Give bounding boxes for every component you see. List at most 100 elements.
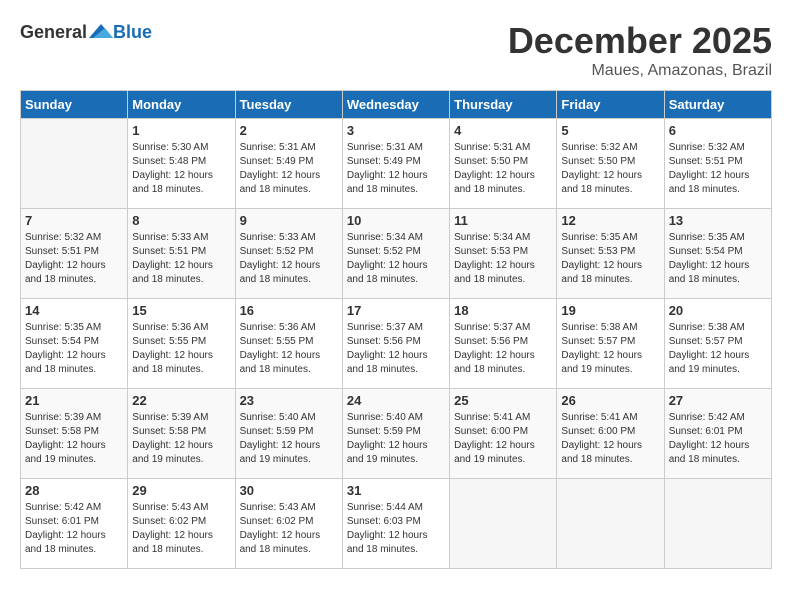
- weekday-header-cell: Saturday: [664, 91, 771, 119]
- day-number: 10: [347, 213, 445, 228]
- logo-general: General: [20, 22, 87, 43]
- day-number: 29: [132, 483, 230, 498]
- day-info: Sunrise: 5:43 AMSunset: 6:02 PMDaylight:…: [132, 501, 230, 557]
- day-info: Sunrise: 5:30 AMSunset: 5:48 PMDaylight:…: [132, 141, 230, 197]
- logo-icon: [89, 20, 113, 44]
- calendar-day-cell: 6 Sunrise: 5:32 AMSunset: 5:51 PMDaylight…: [664, 119, 771, 209]
- day-number: 14: [25, 303, 123, 318]
- day-info: Sunrise: 5:35 AMSunset: 5:53 PMDaylight:…: [561, 231, 659, 287]
- day-info: Sunrise: 5:33 AMSunset: 5:52 PMDaylight:…: [240, 231, 338, 287]
- weekday-header-cell: Tuesday: [235, 91, 342, 119]
- day-number: 17: [347, 303, 445, 318]
- day-info: Sunrise: 5:41 AMSunset: 6:00 PMDaylight:…: [454, 411, 552, 467]
- weekday-header-cell: Monday: [128, 91, 235, 119]
- calendar-day-cell: 2Sunrise: 5:31 AMSunset: 5:49 PMDaylight…: [235, 119, 342, 209]
- day-info: Sunrise: 5:32 AMSunset: 5:50 PMDaylight:…: [561, 141, 659, 197]
- day-info: Sunrise: 5:37 AMSunset: 5:56 PMDaylight:…: [347, 321, 445, 377]
- calendar-day-cell: 24 Sunrise: 5:40 AMSunset: 5:59 PMDayligh…: [342, 389, 449, 479]
- day-number: 28: [25, 483, 123, 498]
- day-info: Sunrise: 5:39 AMSunset: 5:58 PMDaylight:…: [132, 411, 230, 467]
- day-info: Sunrise: 5:31 AMSunset: 5:49 PMDaylight:…: [347, 141, 445, 197]
- day-info: Sunrise: 5:33 AMSunset: 5:51 PMDaylight:…: [132, 231, 230, 287]
- day-info: Sunrise: 5:36 AMSunset: 5:55 PMDaylight:…: [132, 321, 230, 377]
- day-info: Sunrise: 5:41 AMSunset: 6:00 PMDaylight:…: [561, 411, 659, 467]
- calendar-day-cell: 16 Sunrise: 5:36 AMSunset: 5:55 PMDayligh…: [235, 299, 342, 389]
- calendar-week-row: 14 Sunrise: 5:35 AMSunset: 5:54 PMDayligh…: [21, 299, 772, 389]
- calendar-day-cell: 9Sunrise: 5:33 AMSunset: 5:52 PMDaylight…: [235, 209, 342, 299]
- location-title: Maues, Amazonas, Brazil: [508, 62, 772, 80]
- calendar-day-cell: 1 Sunrise: 5:30 AMSunset: 5:48 PMDaylight…: [128, 119, 235, 209]
- calendar-day-cell: 19 Sunrise: 5:38 AMSunset: 5:57 PMDayligh…: [557, 299, 664, 389]
- day-info: Sunrise: 5:43 AMSunset: 6:02 PMDaylight:…: [240, 501, 338, 557]
- weekday-header-cell: Wednesday: [342, 91, 449, 119]
- day-number: 4: [454, 123, 552, 138]
- day-number: 13: [669, 213, 767, 228]
- day-info: Sunrise: 5:36 AMSunset: 5:55 PMDaylight:…: [240, 321, 338, 377]
- calendar-day-cell: 29 Sunrise: 5:43 AMSunset: 6:02 PMDayligh…: [128, 479, 235, 569]
- calendar-day-cell: 14 Sunrise: 5:35 AMSunset: 5:54 PMDayligh…: [21, 299, 128, 389]
- day-number: 18: [454, 303, 552, 318]
- calendar-day-cell: [450, 479, 557, 569]
- day-info: Sunrise: 5:38 AMSunset: 5:57 PMDaylight:…: [561, 321, 659, 377]
- calendar-day-cell: 30Sunrise: 5:43 AMSunset: 6:02 PMDayligh…: [235, 479, 342, 569]
- calendar-day-cell: 23 Sunrise: 5:40 AMSunset: 5:59 PMDayligh…: [235, 389, 342, 479]
- day-info: Sunrise: 5:35 AMSunset: 5:54 PMDaylight:…: [25, 321, 123, 377]
- weekday-header-row: SundayMondayTuesdayWednesdayThursdayFrid…: [21, 91, 772, 119]
- day-number: 15: [132, 303, 230, 318]
- day-info: Sunrise: 5:34 AMSunset: 5:53 PMDaylight:…: [454, 231, 552, 287]
- weekday-header-cell: Sunday: [21, 91, 128, 119]
- day-number: 12: [561, 213, 659, 228]
- day-number: 6: [669, 123, 767, 138]
- day-number: 27: [669, 393, 767, 408]
- day-number: 20: [669, 303, 767, 318]
- day-number: 1: [132, 123, 230, 138]
- day-info: Sunrise: 5:32 AMSunset: 5:51 PMDaylight:…: [25, 231, 123, 287]
- day-number: 19: [561, 303, 659, 318]
- calendar-day-cell: 13 Sunrise: 5:35 AMSunset: 5:54 PMDayligh…: [664, 209, 771, 299]
- calendar-day-cell: 12 Sunrise: 5:35 AMSunset: 5:53 PMDayligh…: [557, 209, 664, 299]
- day-number: 21: [25, 393, 123, 408]
- calendar-day-cell: 27Sunrise: 5:42 AMSunset: 6:01 PMDayligh…: [664, 389, 771, 479]
- day-info: Sunrise: 5:40 AMSunset: 5:59 PMDaylight:…: [347, 411, 445, 467]
- calendar-day-cell: 20 Sunrise: 5:38 AMSunset: 5:57 PMDayligh…: [664, 299, 771, 389]
- month-title: December 2025: [508, 20, 772, 62]
- logo: General Blue: [20, 20, 152, 44]
- calendar-week-row: 7 Sunrise: 5:32 AMSunset: 5:51 PMDaylight…: [21, 209, 772, 299]
- day-info: Sunrise: 5:34 AMSunset: 5:52 PMDaylight:…: [347, 231, 445, 287]
- day-info: Sunrise: 5:32 AMSunset: 5:51 PMDaylight:…: [669, 141, 767, 197]
- calendar-day-cell: 28 Sunrise: 5:42 AMSunset: 6:01 PMDayligh…: [21, 479, 128, 569]
- logo-blue: Blue: [113, 22, 152, 43]
- day-number: 7: [25, 213, 123, 228]
- day-number: 25: [454, 393, 552, 408]
- day-number: 23: [240, 393, 338, 408]
- day-info: Sunrise: 5:42 AMSunset: 6:01 PMDaylight:…: [25, 501, 123, 557]
- day-info: Sunrise: 5:35 AMSunset: 5:54 PMDaylight:…: [669, 231, 767, 287]
- calendar-day-cell: 21 Sunrise: 5:39 AMSunset: 5:58 PMDayligh…: [21, 389, 128, 479]
- day-number: 8: [132, 213, 230, 228]
- header: General Blue December 2025 Maues, Amazon…: [20, 20, 772, 80]
- day-number: 22: [132, 393, 230, 408]
- day-info: Sunrise: 5:38 AMSunset: 5:57 PMDaylight:…: [669, 321, 767, 377]
- calendar-day-cell: 3Sunrise: 5:31 AMSunset: 5:49 PMDaylight…: [342, 119, 449, 209]
- title-section: December 2025 Maues, Amazonas, Brazil: [508, 20, 772, 80]
- calendar-day-cell: 25 Sunrise: 5:41 AMSunset: 6:00 PMDayligh…: [450, 389, 557, 479]
- day-number: 24: [347, 393, 445, 408]
- weekday-header-cell: Friday: [557, 91, 664, 119]
- day-info: Sunrise: 5:44 AMSunset: 6:03 PMDaylight:…: [347, 501, 445, 557]
- calendar-day-cell: 18Sunrise: 5:37 AMSunset: 5:56 PMDayligh…: [450, 299, 557, 389]
- calendar-day-cell: 7 Sunrise: 5:32 AMSunset: 5:51 PMDaylight…: [21, 209, 128, 299]
- calendar-week-row: 28 Sunrise: 5:42 AMSunset: 6:01 PMDayligh…: [21, 479, 772, 569]
- day-number: 16: [240, 303, 338, 318]
- day-info: Sunrise: 5:31 AMSunset: 5:49 PMDaylight:…: [240, 141, 338, 197]
- day-info: Sunrise: 5:39 AMSunset: 5:58 PMDaylight:…: [25, 411, 123, 467]
- calendar-day-cell: 17 Sunrise: 5:37 AMSunset: 5:56 PMDayligh…: [342, 299, 449, 389]
- calendar-day-cell: 31Sunrise: 5:44 AMSunset: 6:03 PMDayligh…: [342, 479, 449, 569]
- weekday-header-cell: Thursday: [450, 91, 557, 119]
- calendar-week-row: 21 Sunrise: 5:39 AMSunset: 5:58 PMDayligh…: [21, 389, 772, 479]
- calendar-day-cell: 26Sunrise: 5:41 AMSunset: 6:00 PMDayligh…: [557, 389, 664, 479]
- day-number: 5: [561, 123, 659, 138]
- day-info: Sunrise: 5:31 AMSunset: 5:50 PMDaylight:…: [454, 141, 552, 197]
- day-info: Sunrise: 5:40 AMSunset: 5:59 PMDaylight:…: [240, 411, 338, 467]
- calendar-day-cell: 4 Sunrise: 5:31 AMSunset: 5:50 PMDaylight…: [450, 119, 557, 209]
- calendar-day-cell: 15 Sunrise: 5:36 AMSunset: 5:55 PMDayligh…: [128, 299, 235, 389]
